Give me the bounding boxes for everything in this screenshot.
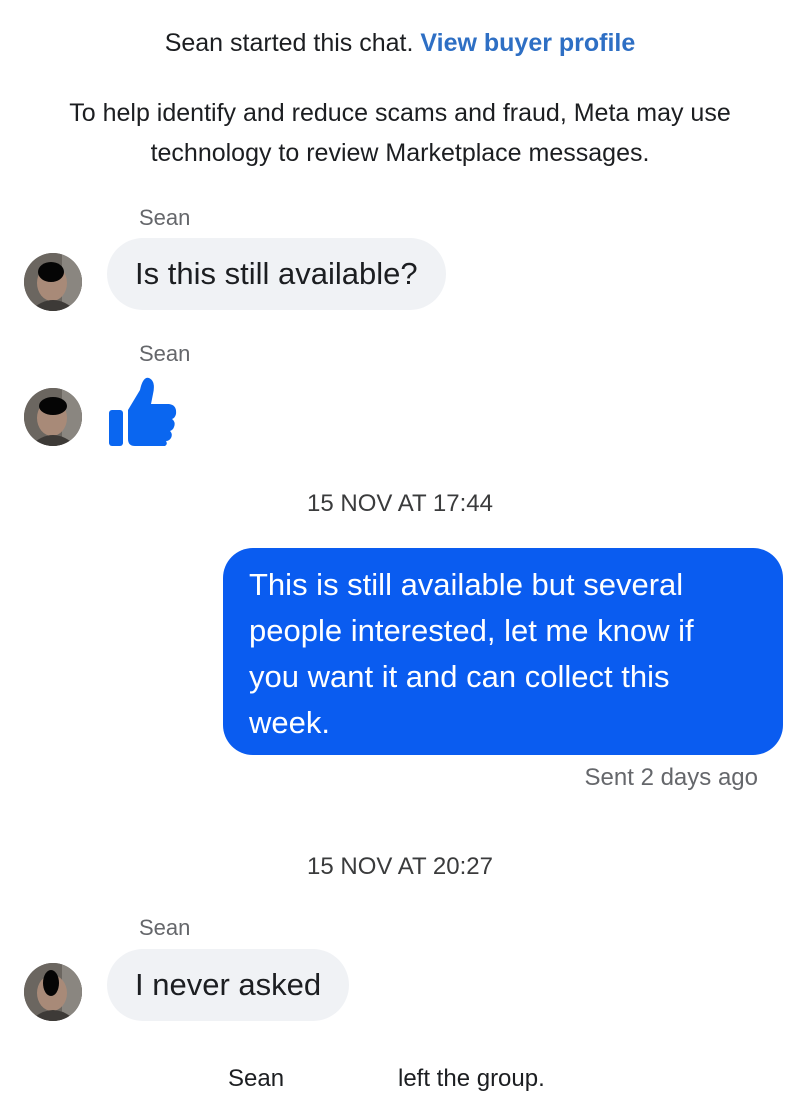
- sender-name: Sean: [139, 915, 191, 940]
- message-line: you want it and can collect this: [249, 659, 670, 694]
- sender-name: Sean: [139, 205, 191, 230]
- scam-review-notice: To help identify and reduce scams and fr…: [20, 93, 780, 173]
- message-line: people interested, let me know if: [249, 613, 694, 648]
- incoming-message-bubble[interactable]: Is this still available?: [107, 238, 446, 310]
- view-buyer-profile-link[interactable]: View buyer profile: [420, 29, 635, 57]
- chat-thread: Sean started this chat. View buyer profi…: [0, 0, 800, 1116]
- avatar[interactable]: [24, 253, 82, 311]
- incoming-message-bubble[interactable]: I never asked: [107, 949, 350, 1021]
- avatar-photo: [24, 388, 82, 446]
- notice-line-1: To help identify and reduce scams and fr…: [69, 99, 731, 127]
- left-group-name: Sean: [228, 1065, 285, 1092]
- chat-started-text: Sean started this chat.: [164, 29, 414, 57]
- sender-name: Sean: [139, 341, 191, 366]
- notice-line-2: technology to review Marketplace message…: [150, 139, 650, 167]
- timestamp: 15 NOV AT 17:44: [307, 490, 493, 517]
- chat-start-notice: Sean started this chat. View buyer profi…: [0, 26, 800, 60]
- thumbs-up-icon[interactable]: [106, 372, 178, 448]
- timestamp: 15 NOV AT 20:27: [307, 853, 493, 880]
- avatar-photo: [24, 963, 82, 1021]
- outgoing-message-bubble[interactable]: This is still available but several peop…: [223, 548, 783, 755]
- sent-status: Sent 2 days ago: [584, 764, 758, 791]
- avatar[interactable]: [24, 963, 82, 1021]
- message-line: week.: [249, 705, 330, 740]
- left-group-text: left the group.: [398, 1065, 545, 1092]
- message-line: This is still available but several: [249, 567, 684, 602]
- avatar-photo: [24, 253, 82, 311]
- avatar[interactable]: [24, 388, 82, 446]
